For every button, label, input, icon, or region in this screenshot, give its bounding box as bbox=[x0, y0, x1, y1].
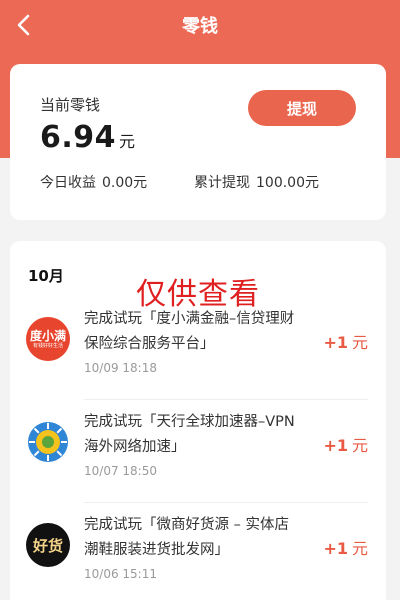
top-bar: 零钱 bbox=[0, 0, 400, 50]
records-card: 10月 仅供查看 度小满 有钱好好生活 完成试玩「度小满金融–信贷理财保险综合服… bbox=[10, 241, 386, 600]
page-title: 零钱 bbox=[182, 16, 218, 37]
app-logo-duxiaoman: 度小满 有钱好好生活 bbox=[26, 317, 70, 361]
reward-unit: 元 bbox=[351, 333, 368, 352]
logo-text: 好货 bbox=[32, 536, 63, 555]
withdraw-button[interactable]: 提现 bbox=[248, 90, 356, 126]
record-reward: +1 元 bbox=[323, 535, 368, 559]
globe-icon bbox=[28, 422, 68, 462]
app-logo-haohuo: 好货 bbox=[26, 523, 70, 567]
reward-amount: +1 bbox=[323, 539, 348, 558]
record-description: 完成试玩「天行全球加速器–VPN海外网络加速」 bbox=[84, 414, 295, 455]
total-withdrawn-label: 累计提现 bbox=[194, 175, 250, 191]
record-description: 完成试玩「度小满金融–信贷理财保险综合服务平台」 bbox=[84, 311, 295, 352]
reward-unit: 元 bbox=[351, 539, 368, 558]
today-earnings-label: 今日收益 bbox=[40, 175, 96, 191]
record-description: 完成试玩「微商好货源 – 实体店潮鞋服装进货批发网」 bbox=[84, 517, 289, 558]
balance-amount: 6.94 bbox=[40, 120, 117, 155]
balance-card: 当前零钱 6.94 元 提现 今日收益 0.00元 累计提现 100.00元 bbox=[10, 64, 386, 220]
reward-amount: +1 bbox=[323, 436, 348, 455]
balance-label: 当前零钱 bbox=[40, 96, 101, 114]
reward-amount: +1 bbox=[323, 333, 348, 352]
chevron-left-icon bbox=[17, 14, 30, 36]
list-item[interactable]: 度小满 有钱好好生活 完成试玩「度小满金融–信贷理财保险综合服务平台」 10/0… bbox=[10, 295, 386, 397]
total-withdrawn-value: 100.00元 bbox=[256, 175, 319, 191]
logo-subtext: 有钱好好生活 bbox=[32, 342, 63, 349]
list-item[interactable]: 好货 完成试玩「微商好货源 – 实体店潮鞋服装进货批发网」 10/06 15:1… bbox=[10, 501, 386, 600]
back-button[interactable] bbox=[8, 9, 40, 41]
app-logo-globe-icon bbox=[26, 420, 70, 464]
today-earnings-value: 0.00元 bbox=[102, 175, 148, 191]
list-item[interactable]: 完成试玩「天行全球加速器–VPN海外网络加速」 10/07 18:50 +1 元 bbox=[10, 398, 386, 500]
balance-unit: 元 bbox=[119, 132, 136, 151]
total-withdrawn: 累计提现 100.00元 bbox=[194, 172, 319, 192]
balance-value: 6.94 元 bbox=[40, 120, 135, 155]
reward-unit: 元 bbox=[351, 436, 368, 455]
record-date: 10/09 18:18 bbox=[84, 361, 157, 375]
record-reward: +1 元 bbox=[323, 329, 368, 353]
logo-text: 度小满 bbox=[29, 328, 66, 343]
record-date: 10/07 18:50 bbox=[84, 464, 157, 478]
record-reward: +1 元 bbox=[323, 432, 368, 456]
today-earnings: 今日收益 0.00元 bbox=[40, 172, 147, 192]
record-date: 10/06 15:11 bbox=[84, 567, 157, 581]
